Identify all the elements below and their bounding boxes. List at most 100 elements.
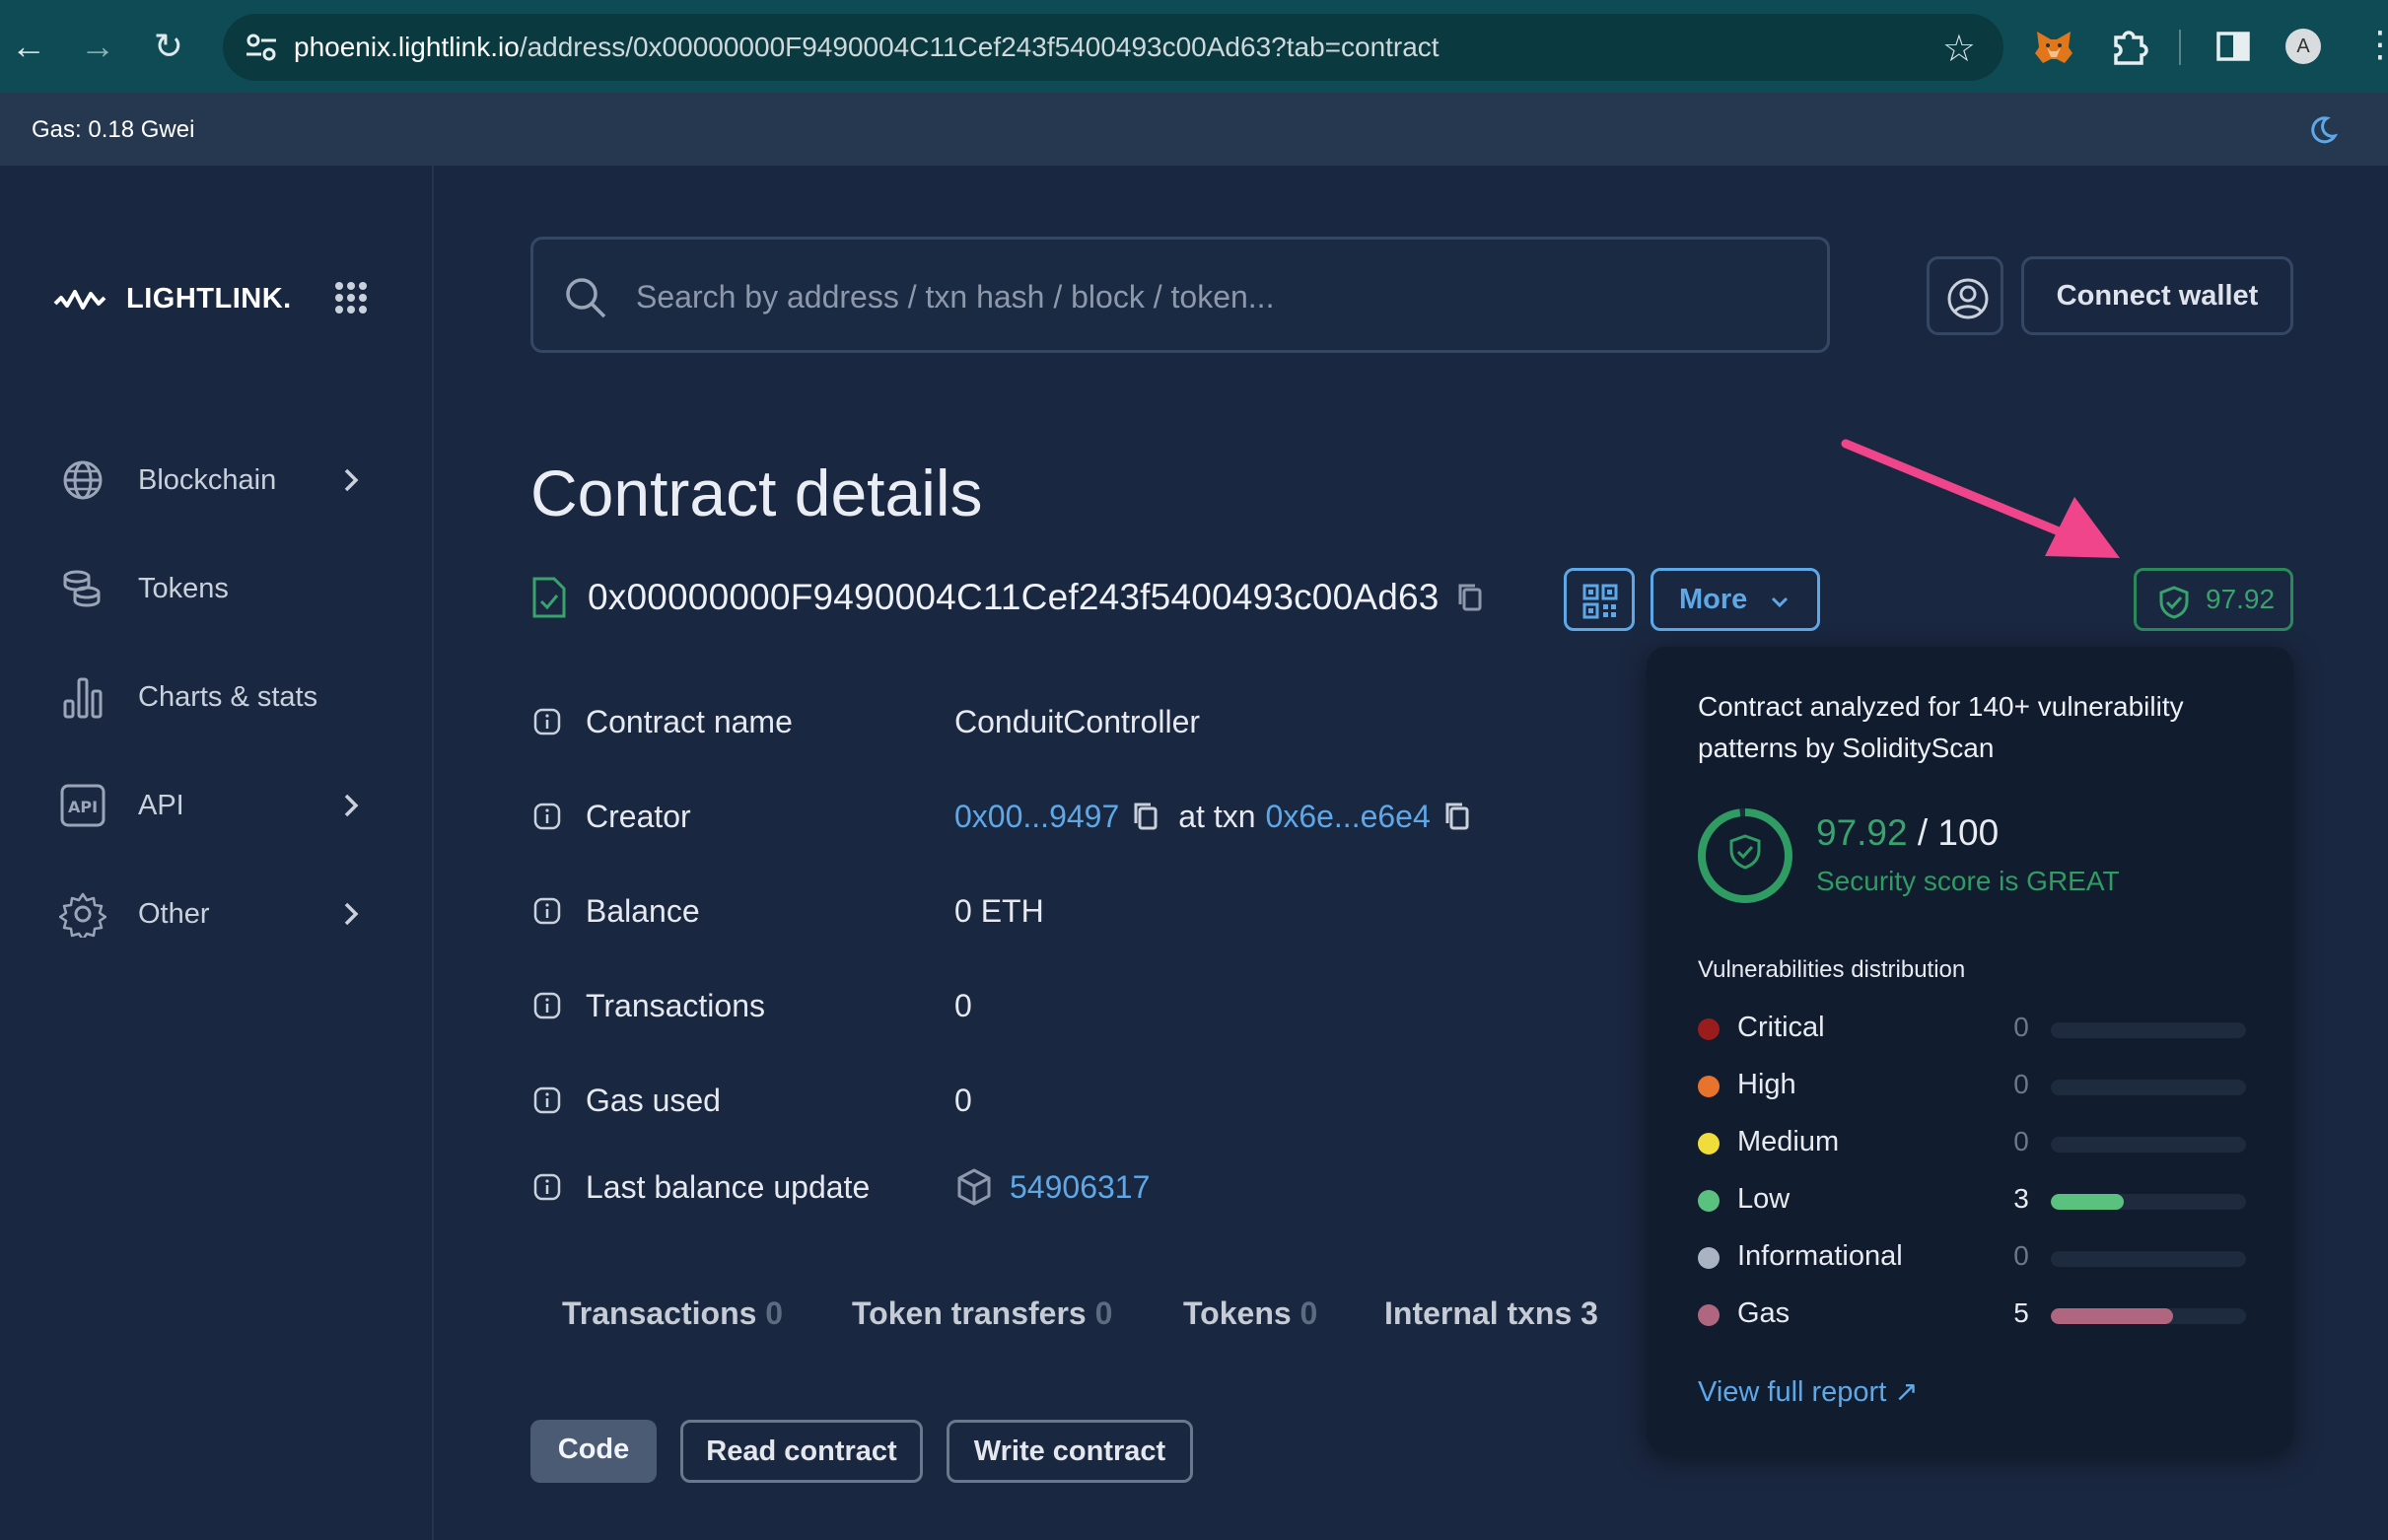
toolbar-separator <box>2179 30 2181 65</box>
sidebar: LIGHTLINK. Blockchain Tokens <box>0 166 434 1540</box>
score-max: / 100 <box>1908 812 2000 853</box>
info-icon[interactable] <box>532 1172 562 1202</box>
detail-row-transactions: Transactions 0 <box>532 981 562 1030</box>
sidebar-item-label: API <box>138 790 184 822</box>
forward-arrow-icon[interactable]: → <box>73 22 122 71</box>
vulnerability-row: Low 3 <box>1698 1181 2250 1221</box>
back-arrow-icon[interactable]: ← <box>4 22 53 71</box>
lightlink-logo[interactable]: LIGHTLINK. <box>53 282 292 315</box>
info-icon[interactable] <box>532 991 562 1020</box>
connect-wallet-button[interactable]: Connect wallet <box>2021 256 2293 335</box>
extensions-puzzle-icon[interactable] <box>2104 22 2153 71</box>
star-icon[interactable]: ☆ <box>1942 27 1976 71</box>
score-ring <box>1696 806 1794 905</box>
info-icon[interactable] <box>532 802 562 831</box>
severity-bar-fill <box>2051 1194 2124 1210</box>
sidebar-item-tokens[interactable]: Tokens <box>59 559 375 618</box>
profile-avatar[interactable]: A <box>2285 29 2321 64</box>
severity-count: 0 <box>2011 1240 2031 1272</box>
block-number-link[interactable]: 54906317 <box>1010 1169 1150 1206</box>
severity-dot <box>1698 1018 1720 1040</box>
gas-used-value: 0 <box>954 1083 972 1119</box>
copy-icon[interactable] <box>1455 581 1485 614</box>
contract-name-value: ConduitController <box>954 704 1200 740</box>
severity-dot <box>1698 1133 1720 1155</box>
lightlink-mark-icon <box>53 282 118 315</box>
tab-transactions[interactable]: Transactions 0 <box>562 1295 783 1332</box>
sidebar-item-charts-stats[interactable]: Charts & stats <box>59 667 375 727</box>
detail-row-contract-name: Contract name ConduitController <box>532 697 562 746</box>
severity-dot <box>1698 1304 1720 1326</box>
info-icon[interactable] <box>532 896 562 926</box>
copy-icon[interactable] <box>1442 800 1472 833</box>
qr-code-button[interactable] <box>1564 568 1635 631</box>
info-icon[interactable] <box>532 707 562 736</box>
search-input[interactable] <box>636 269 1799 324</box>
security-score-value: 97.92 <box>2206 571 2275 628</box>
severity-count: 0 <box>2011 1012 2031 1043</box>
moon-icon[interactable] <box>2303 110 2341 148</box>
sidebar-item-blockchain[interactable]: Blockchain <box>59 451 375 510</box>
profile-button[interactable] <box>1927 256 2003 335</box>
search-box[interactable] <box>530 237 1830 353</box>
tab-token-transfers[interactable]: Token transfers 0 <box>852 1295 1112 1332</box>
severity-bar-fill <box>2051 1308 2173 1324</box>
tab-count: 3 <box>1580 1295 1598 1331</box>
severity-name: Low <box>1737 1183 1790 1216</box>
read-contract-button[interactable]: Read contract <box>680 1420 923 1483</box>
popover-score: 97.92 / 100 <box>1816 812 1999 854</box>
apps-grid-icon[interactable] <box>333 280 369 315</box>
detail-label: Balance <box>586 893 700 930</box>
info-icon[interactable] <box>532 1085 562 1115</box>
creator-address-link[interactable]: 0x00...9497 <box>954 799 1119 835</box>
sidebar-item-label: Blockchain <box>138 464 276 497</box>
browser-toolbar: ← → ↻ phoenix.lightlink.io/address/0x000… <box>0 0 2388 93</box>
page-title: Contract details <box>530 455 983 530</box>
block-cube-icon <box>954 1167 994 1207</box>
vulnerability-row: Gas5 <box>1698 1295 2250 1335</box>
tab-label: Token transfers <box>852 1295 1087 1331</box>
sidebar-item-other[interactable]: Other <box>59 884 375 944</box>
svg-text:API: API <box>68 798 98 816</box>
last-balance-update-value: 54906317 <box>954 1167 1150 1207</box>
severity-name: Gas <box>1737 1297 1790 1330</box>
score-verdict: Security score is GREAT <box>1816 866 2120 897</box>
detail-row-last-balance-update: Last balance update 54906317 <box>532 1162 562 1212</box>
more-dropdown-button[interactable]: More <box>1651 568 1820 631</box>
site-settings-icon[interactable] <box>245 32 278 63</box>
severity-bar-track <box>2051 1022 2246 1038</box>
contract-address: 0x00000000F9490004C11Cef243f5400493c00Ad… <box>588 577 1440 618</box>
severity-name: Informational <box>1737 1240 1903 1273</box>
vulnerability-row: Medium0 <box>1698 1124 2250 1163</box>
severity-bar-track <box>2051 1137 2246 1153</box>
severity-dot <box>1698 1076 1720 1097</box>
tab-internal-txns[interactable]: Internal txns 3 <box>1384 1295 1598 1332</box>
severity-count: 0 <box>2011 1069 2031 1100</box>
write-contract-button[interactable]: Write contract <box>947 1420 1193 1483</box>
metamask-fox-icon[interactable] <box>2029 22 2078 71</box>
gear-icon <box>59 890 106 938</box>
detail-row-balance: Balance 0 ETH <box>532 886 562 936</box>
severity-count: 3 <box>2011 1183 2031 1215</box>
more-label: More <box>1679 584 1747 615</box>
detail-label: Last balance update <box>586 1169 870 1206</box>
detail-label: Contract name <box>586 704 793 740</box>
creator-txn-link[interactable]: 0x6e...e6e4 <box>1266 799 1431 835</box>
side-panel-icon[interactable] <box>2209 22 2258 71</box>
kebab-menu-icon[interactable]: ⋮ <box>2362 24 2388 65</box>
sidebar-item-api[interactable]: API API <box>59 776 375 835</box>
transactions-value: 0 <box>954 988 972 1024</box>
security-score-button[interactable]: 97.92 <box>2134 568 2293 631</box>
gas-bar: Gas: 0.18 Gwei <box>0 93 2388 166</box>
severity-dot <box>1698 1190 1720 1212</box>
tab-tokens[interactable]: Tokens 0 <box>1183 1295 1317 1332</box>
code-button[interactable]: Code <box>530 1420 657 1483</box>
severity-bar-track <box>2051 1194 2246 1210</box>
api-icon: API <box>59 782 106 829</box>
reload-icon[interactable]: ↻ <box>144 22 193 71</box>
url-text: phoenix.lightlink.io/address/0x00000000F… <box>294 32 1440 63</box>
chevron-right-icon <box>337 790 365 821</box>
view-full-report-link[interactable]: View full report ↗ <box>1698 1374 1919 1409</box>
address-bar[interactable]: phoenix.lightlink.io/address/0x00000000F… <box>223 14 2003 81</box>
copy-icon[interactable] <box>1131 800 1160 833</box>
